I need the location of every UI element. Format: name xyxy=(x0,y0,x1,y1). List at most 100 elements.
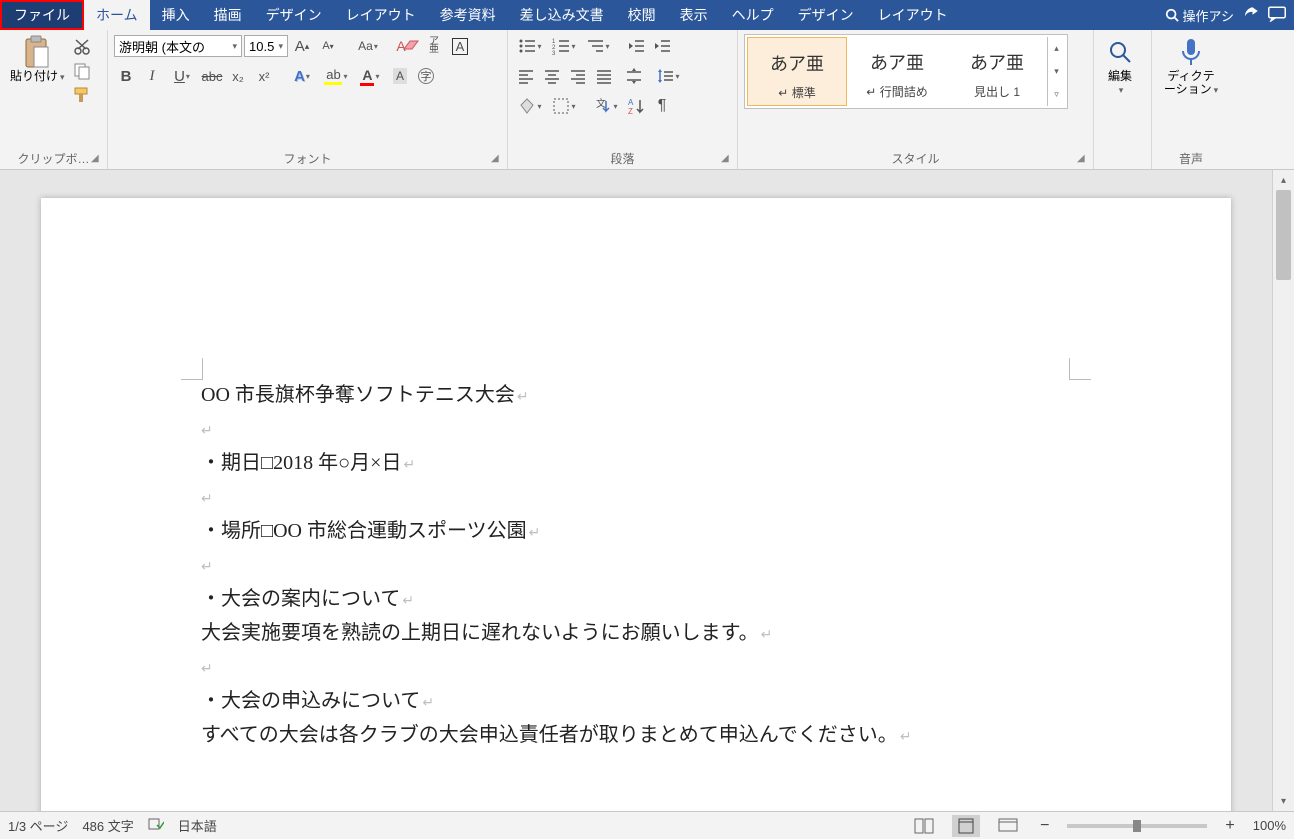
view-read-button[interactable] xyxy=(910,815,938,837)
tab-tabletools-design[interactable]: デザイン xyxy=(786,0,866,30)
font-launcher[interactable]: ◢ xyxy=(491,153,503,165)
grow-font-button[interactable]: A▴ xyxy=(290,34,314,58)
text-effects-button[interactable]: A xyxy=(286,64,318,88)
group-paragraph-label: 段落 xyxy=(514,146,731,169)
underline-button[interactable]: U xyxy=(166,64,198,88)
shrink-font-button[interactable]: A▾ xyxy=(316,34,340,58)
format-painter-icon[interactable] xyxy=(73,86,91,104)
cut-icon[interactable] xyxy=(73,38,91,56)
scroll-thumb[interactable] xyxy=(1276,190,1291,280)
italic-button[interactable]: I xyxy=(140,64,164,88)
strike-button[interactable]: abc xyxy=(200,64,224,88)
zoom-level[interactable]: 100% xyxy=(1253,818,1286,833)
show-marks-button[interactable]: ¶ xyxy=(650,94,674,118)
tab-design[interactable]: デザイン xyxy=(254,0,334,30)
tab-insert[interactable]: 挿入 xyxy=(150,0,202,30)
doc-empty-line[interactable]: ↵ xyxy=(201,662,213,677)
copy-icon[interactable] xyxy=(73,62,91,80)
char-border-button[interactable]: A xyxy=(448,34,472,58)
superscript-button[interactable]: x² xyxy=(252,64,276,88)
styles-expand[interactable]: ▿ xyxy=(1048,83,1065,106)
spellcheck-icon[interactable] xyxy=(148,817,164,834)
doc-empty-line[interactable]: ↵ xyxy=(201,560,213,575)
view-web-button[interactable] xyxy=(994,815,1022,837)
clipboard-launcher[interactable]: ◢ xyxy=(91,153,103,165)
sort-button[interactable]: AZ xyxy=(624,94,648,118)
align-right-button[interactable] xyxy=(566,64,590,88)
text-direction-button[interactable]: 文 xyxy=(590,94,622,118)
align-left-button[interactable] xyxy=(514,64,538,88)
doc-empty-line[interactable]: ↵ xyxy=(201,492,213,507)
tab-help[interactable]: ヘルプ xyxy=(720,0,786,30)
font-size-combo[interactable]: 10.5▾ xyxy=(244,35,288,57)
paste-label: 貼り付け xyxy=(10,69,58,83)
dictate-button[interactable]: ディクテーション xyxy=(1158,34,1224,98)
font-color-button[interactable]: A xyxy=(354,64,386,88)
doc-line[interactable]: ・大会の案内について xyxy=(201,582,1071,616)
tab-home[interactable]: ホーム xyxy=(84,0,150,30)
enclose-char-button[interactable]: 字 xyxy=(414,64,438,88)
tab-references[interactable]: 参考資料 xyxy=(428,0,508,30)
vertical-scrollbar[interactable]: ▴ ▾ xyxy=(1272,170,1294,811)
scroll-up-button[interactable]: ▴ xyxy=(1273,170,1294,190)
char-shading-button[interactable]: A xyxy=(388,64,412,88)
tell-me-search[interactable]: 操作アシ xyxy=(1165,6,1234,25)
subscript-button[interactable]: x₂ xyxy=(226,64,250,88)
paste-button[interactable]: 貼り付け xyxy=(6,34,69,85)
word-count[interactable]: 486 文字 xyxy=(82,816,133,835)
doc-line[interactable]: ・期日□2018 年○月×日 xyxy=(201,446,1071,480)
tab-tabletools-layout[interactable]: レイアウト xyxy=(866,0,960,30)
tab-mailings[interactable]: 差し込み文書 xyxy=(508,0,616,30)
zoom-out-button[interactable]: − xyxy=(1036,817,1053,835)
share-icon[interactable] xyxy=(1242,5,1260,26)
style-normal[interactable]: あア亜 ↵ 標準 xyxy=(747,37,847,106)
bullets-button[interactable] xyxy=(514,34,546,58)
doc-line[interactable]: 大会実施要項を熟読の上期日に遅れないようにお願いします。 xyxy=(201,616,1071,650)
highlight-button[interactable]: ab xyxy=(320,64,352,88)
scroll-down-button[interactable]: ▾ xyxy=(1273,791,1294,811)
line-spacing-button[interactable] xyxy=(652,64,684,88)
distribute-button[interactable] xyxy=(618,64,650,88)
doc-empty-line[interactable]: ↵ xyxy=(201,424,213,439)
styles-scroll-down[interactable]: ▾ xyxy=(1048,60,1065,83)
tab-draw[interactable]: 描画 xyxy=(202,0,254,30)
doc-line[interactable]: OO 市長旗杯争奪ソフトテニス大会 xyxy=(201,378,1071,412)
multilevel-button[interactable] xyxy=(582,34,614,58)
zoom-thumb[interactable] xyxy=(1133,820,1141,832)
style-heading1[interactable]: あア亜 見出し 1 xyxy=(947,37,1047,106)
style-nospacing[interactable]: あア亜 ↵ 行間詰め xyxy=(847,37,947,106)
styles-scroll-up[interactable]: ▴ xyxy=(1048,37,1065,60)
tab-review[interactable]: 校閲 xyxy=(616,0,668,30)
tab-layout[interactable]: レイアウト xyxy=(334,0,428,30)
doc-line[interactable]: ・場所□OO 市総合運動スポーツ公園 xyxy=(201,514,1071,548)
margin-mark-tl xyxy=(181,358,203,380)
shading-button[interactable] xyxy=(514,94,546,118)
font-name-combo[interactable]: 游明朝 (本文の▾ xyxy=(114,35,242,57)
doc-line[interactable]: すべての大会は各クラブの大会申込責任者が取りまとめて申込んでください。 xyxy=(201,718,1071,752)
page-indicator[interactable]: 1/3 ページ xyxy=(8,816,68,835)
zoom-in-button[interactable]: + xyxy=(1221,817,1238,835)
styles-launcher[interactable]: ◢ xyxy=(1077,153,1089,165)
clear-format-button[interactable]: A xyxy=(396,34,420,58)
status-bar: 1/3 ページ 486 文字 日本語 − + 100% xyxy=(0,811,1294,839)
zoom-slider[interactable] xyxy=(1067,824,1207,828)
decrease-indent-button[interactable] xyxy=(624,34,648,58)
change-case-button[interactable]: Aa xyxy=(352,34,384,58)
paragraph-launcher[interactable]: ◢ xyxy=(721,153,733,165)
document-area[interactable]: OO 市長旗杯争奪ソフトテニス大会 ↵ ・期日□2018 年○月×日 ↵ ・場所… xyxy=(0,170,1272,811)
tab-view[interactable]: 表示 xyxy=(668,0,720,30)
tab-file[interactable]: ファイル xyxy=(0,0,84,30)
increase-indent-button[interactable] xyxy=(650,34,674,58)
find-button[interactable]: 編集 xyxy=(1100,34,1140,98)
bold-button[interactable]: B xyxy=(114,64,138,88)
view-print-button[interactable] xyxy=(952,815,980,837)
justify-button[interactable] xyxy=(592,64,616,88)
phonetic-guide-button[interactable]: ア亜 xyxy=(422,34,446,58)
comments-icon[interactable] xyxy=(1268,6,1286,25)
doc-line[interactable]: ・大会の申込みについて xyxy=(201,684,1071,718)
align-center-button[interactable] xyxy=(540,64,564,88)
numbering-button[interactable]: 123 xyxy=(548,34,580,58)
scroll-track[interactable] xyxy=(1273,190,1294,791)
language-indicator[interactable]: 日本語 xyxy=(178,816,217,835)
borders-button[interactable] xyxy=(548,94,580,118)
